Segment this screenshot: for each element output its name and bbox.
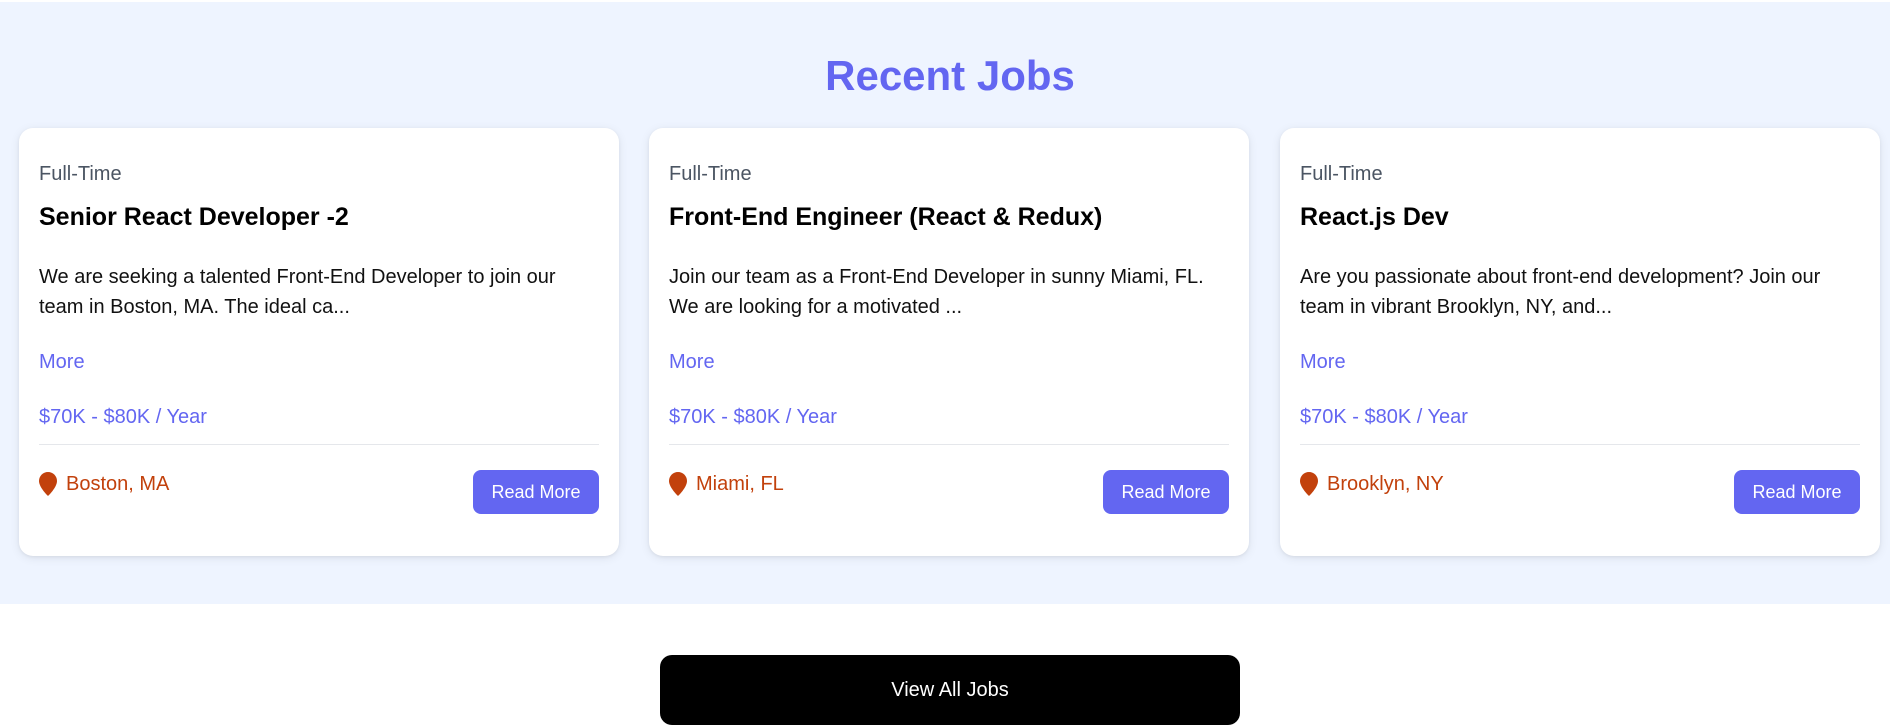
job-type: Full-Time <box>1300 163 1383 185</box>
map-pin-icon <box>1300 472 1318 496</box>
view-all-jobs-button[interactable]: View All Jobs <box>660 655 1240 725</box>
job-card: Full-Time Front-End Engineer (React & Re… <box>649 128 1249 556</box>
more-link[interactable]: More <box>39 350 85 374</box>
map-pin-icon <box>669 472 687 496</box>
job-title: React.js Dev <box>1300 203 1449 231</box>
job-location-label: Boston, MA <box>66 473 170 495</box>
more-link[interactable]: More <box>669 350 715 374</box>
job-location: Miami, FL <box>669 472 784 496</box>
job-card: Full-Time Senior React Developer -2 We a… <box>19 128 619 556</box>
job-salary: $70K - $80K / Year <box>1300 406 1468 428</box>
job-type: Full-Time <box>39 163 122 185</box>
read-more-button[interactable]: Read More <box>473 470 599 514</box>
divider <box>1300 444 1860 445</box>
job-location: Boston, MA <box>39 472 169 496</box>
job-card: Full-Time React.js Dev Are you passionat… <box>1280 128 1880 556</box>
job-description: Are you passionate about front-end devel… <box>1300 266 1821 318</box>
job-location-label: Miami, FL <box>696 473 784 495</box>
divider <box>669 444 1229 445</box>
section-title: Recent Jobs <box>825 52 1075 99</box>
map-pin-icon <box>39 472 57 496</box>
divider <box>39 444 599 445</box>
job-description: Join our team as a Front-End Developer i… <box>669 266 1204 318</box>
job-title: Senior React Developer -2 <box>39 203 349 231</box>
recent-jobs-section: Recent Jobs Full-Time Senior React Devel… <box>0 2 1890 604</box>
job-title: Front-End Engineer (React & Redux) <box>669 203 1103 231</box>
read-more-button[interactable]: Read More <box>1103 470 1229 514</box>
more-link[interactable]: More <box>1300 350 1346 374</box>
job-type: Full-Time <box>669 163 752 185</box>
job-location-label: Brooklyn, NY <box>1327 473 1444 495</box>
job-salary: $70K - $80K / Year <box>39 406 207 428</box>
job-location: Brooklyn, NY <box>1300 472 1444 496</box>
job-description: We are seeking a talented Front-End Deve… <box>39 266 556 318</box>
read-more-button[interactable]: Read More <box>1734 470 1860 514</box>
job-salary: $70K - $80K / Year <box>669 406 837 428</box>
